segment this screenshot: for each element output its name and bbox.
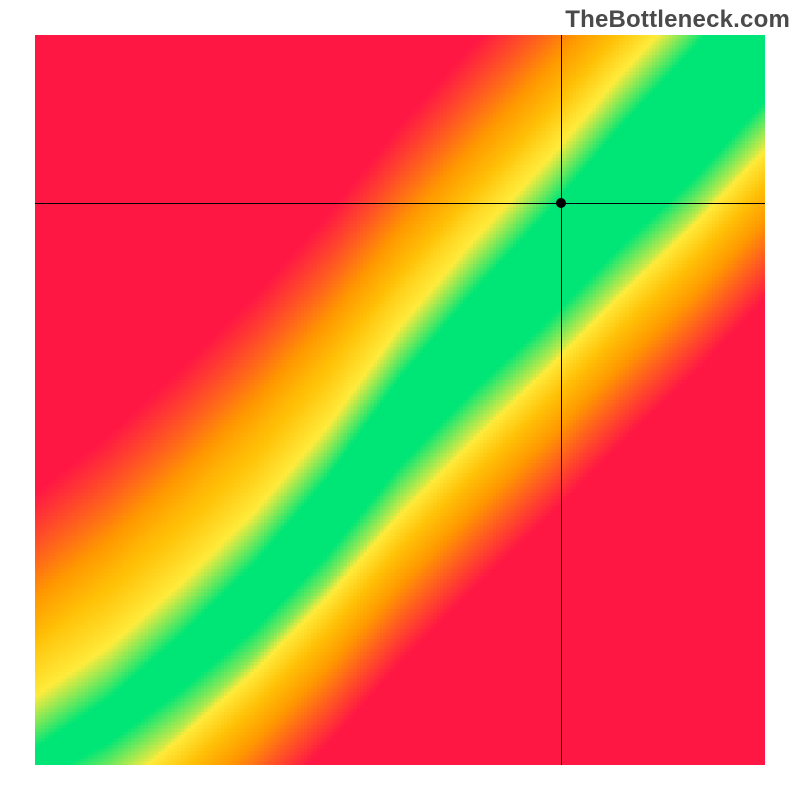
heatmap-canvas [35,35,765,765]
heatmap-chart [35,35,765,765]
watermark-text: TheBottleneck.com [565,6,790,34]
crosshair-vertical [561,35,563,765]
marker-point [556,198,566,208]
crosshair-horizontal [35,203,765,205]
